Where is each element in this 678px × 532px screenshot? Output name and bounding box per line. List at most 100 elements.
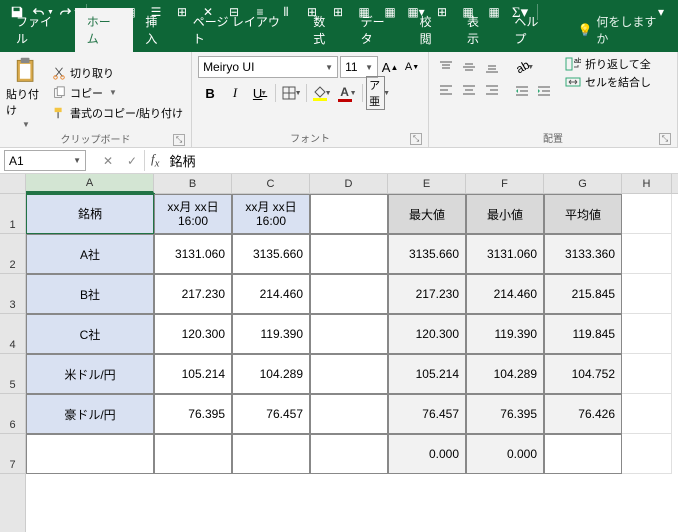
cell-F6[interactable]: 76.395 xyxy=(466,394,544,434)
cell-E1[interactable]: 最大値 xyxy=(388,194,466,234)
row-header[interactable]: 1 xyxy=(0,194,25,234)
cell-F5[interactable]: 104.289 xyxy=(466,354,544,394)
cell-F7[interactable]: 0.000 xyxy=(466,434,544,474)
clipboard-launcher[interactable]: ⤡ xyxy=(173,134,185,146)
cell-H5[interactable] xyxy=(622,354,672,394)
cell-C1[interactable]: xx月 xx日16:00 xyxy=(232,194,310,234)
italic-button[interactable]: I xyxy=(223,82,247,104)
cell-B4[interactable]: 120.300 xyxy=(154,314,232,354)
row-header[interactable]: 3 xyxy=(0,274,25,314)
cancel-icon[interactable]: ✕ xyxy=(96,150,120,171)
col-header-D[interactable]: D xyxy=(310,174,388,193)
row-header[interactable]: 6 xyxy=(0,394,25,434)
select-all-corner[interactable] xyxy=(0,174,25,194)
col-header-C[interactable]: C xyxy=(232,174,310,193)
cell-E6[interactable]: 76.457 xyxy=(388,394,466,434)
cell-E5[interactable]: 105.214 xyxy=(388,354,466,394)
align-center-icon[interactable] xyxy=(458,79,480,101)
cell-G1[interactable]: 平均値 xyxy=(544,194,622,234)
cell-D7[interactable] xyxy=(310,434,388,474)
cell-G4[interactable]: 119.845 xyxy=(544,314,622,354)
fill-color-button[interactable]: ▼ xyxy=(310,82,334,104)
cell-B7[interactable] xyxy=(154,434,232,474)
row-header[interactable]: 7 xyxy=(0,434,25,474)
cell-G2[interactable]: 3133.360 xyxy=(544,234,622,274)
decrease-font-icon[interactable]: A▼ xyxy=(402,56,422,78)
underline-button[interactable]: U▼ xyxy=(248,82,272,104)
tab-file[interactable]: ファイル xyxy=(4,8,75,52)
cell-A6[interactable]: 豪ドル/円 xyxy=(26,394,154,434)
cell-E7[interactable]: 0.000 xyxy=(388,434,466,474)
align-bottom-icon[interactable] xyxy=(481,56,503,78)
phonetic-button[interactable]: ア亜▼ xyxy=(366,82,390,104)
cell-A2[interactable]: A社 xyxy=(26,234,154,274)
name-box[interactable]: A1▼ xyxy=(4,150,86,171)
font-size-combo[interactable]: 11▼ xyxy=(340,56,378,78)
cell-E3[interactable]: 217.230 xyxy=(388,274,466,314)
cell-F2[interactable]: 3131.060 xyxy=(466,234,544,274)
row-header[interactable]: 5 xyxy=(0,354,25,394)
cell-D6[interactable] xyxy=(310,394,388,434)
tab-help[interactable]: ヘルプ xyxy=(502,8,561,52)
cell-C6[interactable]: 76.457 xyxy=(232,394,310,434)
borders-button[interactable]: ▼ xyxy=(279,82,303,104)
cell-A3[interactable]: B社 xyxy=(26,274,154,314)
tab-review[interactable]: 校閲 xyxy=(408,8,455,52)
orientation-icon[interactable]: ab▼ xyxy=(511,56,539,78)
tab-insert[interactable]: 挿入 xyxy=(133,8,180,52)
cell-D3[interactable] xyxy=(310,274,388,314)
cell-F1[interactable]: 最小値 xyxy=(466,194,544,234)
align-top-icon[interactable] xyxy=(435,56,457,78)
cell-D5[interactable] xyxy=(310,354,388,394)
wrap-text-button[interactable]: ab折り返して全 xyxy=(565,56,651,72)
cell-H6[interactable] xyxy=(622,394,672,434)
cell-F3[interactable]: 214.460 xyxy=(466,274,544,314)
cell-B1[interactable]: xx月 xx日16:00 xyxy=(154,194,232,234)
cell-H3[interactable] xyxy=(622,274,672,314)
cell-A1[interactable]: 銘柄 xyxy=(26,194,154,234)
cell-G6[interactable]: 76.426 xyxy=(544,394,622,434)
cell-E4[interactable]: 120.300 xyxy=(388,314,466,354)
align-left-icon[interactable] xyxy=(435,79,457,101)
tell-me[interactable]: 💡 何をしますか xyxy=(569,8,674,52)
tab-home[interactable]: ホーム xyxy=(75,8,134,52)
align-middle-icon[interactable] xyxy=(458,56,480,78)
tab-view[interactable]: 表示 xyxy=(455,8,502,52)
cell-B3[interactable]: 217.230 xyxy=(154,274,232,314)
cell-G5[interactable]: 104.752 xyxy=(544,354,622,394)
fx-icon[interactable]: fx xyxy=(151,151,159,170)
row-header[interactable]: 4 xyxy=(0,314,25,354)
merge-center-button[interactable]: セルを結合し xyxy=(565,74,651,90)
align-right-icon[interactable] xyxy=(481,79,503,101)
cell-B6[interactable]: 76.395 xyxy=(154,394,232,434)
tab-page-layout[interactable]: ページ レイアウト xyxy=(181,8,301,52)
enter-icon[interactable]: ✓ xyxy=(120,150,144,171)
cell-E2[interactable]: 3135.660 xyxy=(388,234,466,274)
cell-H1[interactable] xyxy=(622,194,672,234)
cell-A4[interactable]: C社 xyxy=(26,314,154,354)
cell-C5[interactable]: 104.289 xyxy=(232,354,310,394)
font-name-combo[interactable]: Meiryo UI▼ xyxy=(198,56,338,78)
cell-G7[interactable] xyxy=(544,434,622,474)
cell-H2[interactable] xyxy=(622,234,672,274)
decrease-indent-icon[interactable] xyxy=(511,80,533,102)
paste-button[interactable]: 貼り付け ▼ xyxy=(6,56,46,129)
cell-D4[interactable] xyxy=(310,314,388,354)
row-header[interactable]: 2 xyxy=(0,234,25,274)
col-header-B[interactable]: B xyxy=(154,174,232,193)
col-header-E[interactable]: E xyxy=(388,174,466,193)
cell-C4[interactable]: 119.390 xyxy=(232,314,310,354)
font-launcher[interactable]: ⤡ xyxy=(410,133,422,145)
copy-button[interactable]: コピー▼ xyxy=(50,84,185,102)
cut-button[interactable]: 切り取り xyxy=(50,64,185,82)
increase-font-icon[interactable]: A▲ xyxy=(380,56,400,78)
cell-C7[interactable] xyxy=(232,434,310,474)
cell-C2[interactable]: 3135.660 xyxy=(232,234,310,274)
cell-F4[interactable]: 119.390 xyxy=(466,314,544,354)
cell-A5[interactable]: 米ドル/円 xyxy=(26,354,154,394)
format-painter-button[interactable]: 書式のコピー/貼り付け xyxy=(50,104,185,122)
increase-indent-icon[interactable] xyxy=(533,80,555,102)
cell-C3[interactable]: 214.460 xyxy=(232,274,310,314)
col-header-F[interactable]: F xyxy=(466,174,544,193)
cell-H7[interactable] xyxy=(622,434,672,474)
